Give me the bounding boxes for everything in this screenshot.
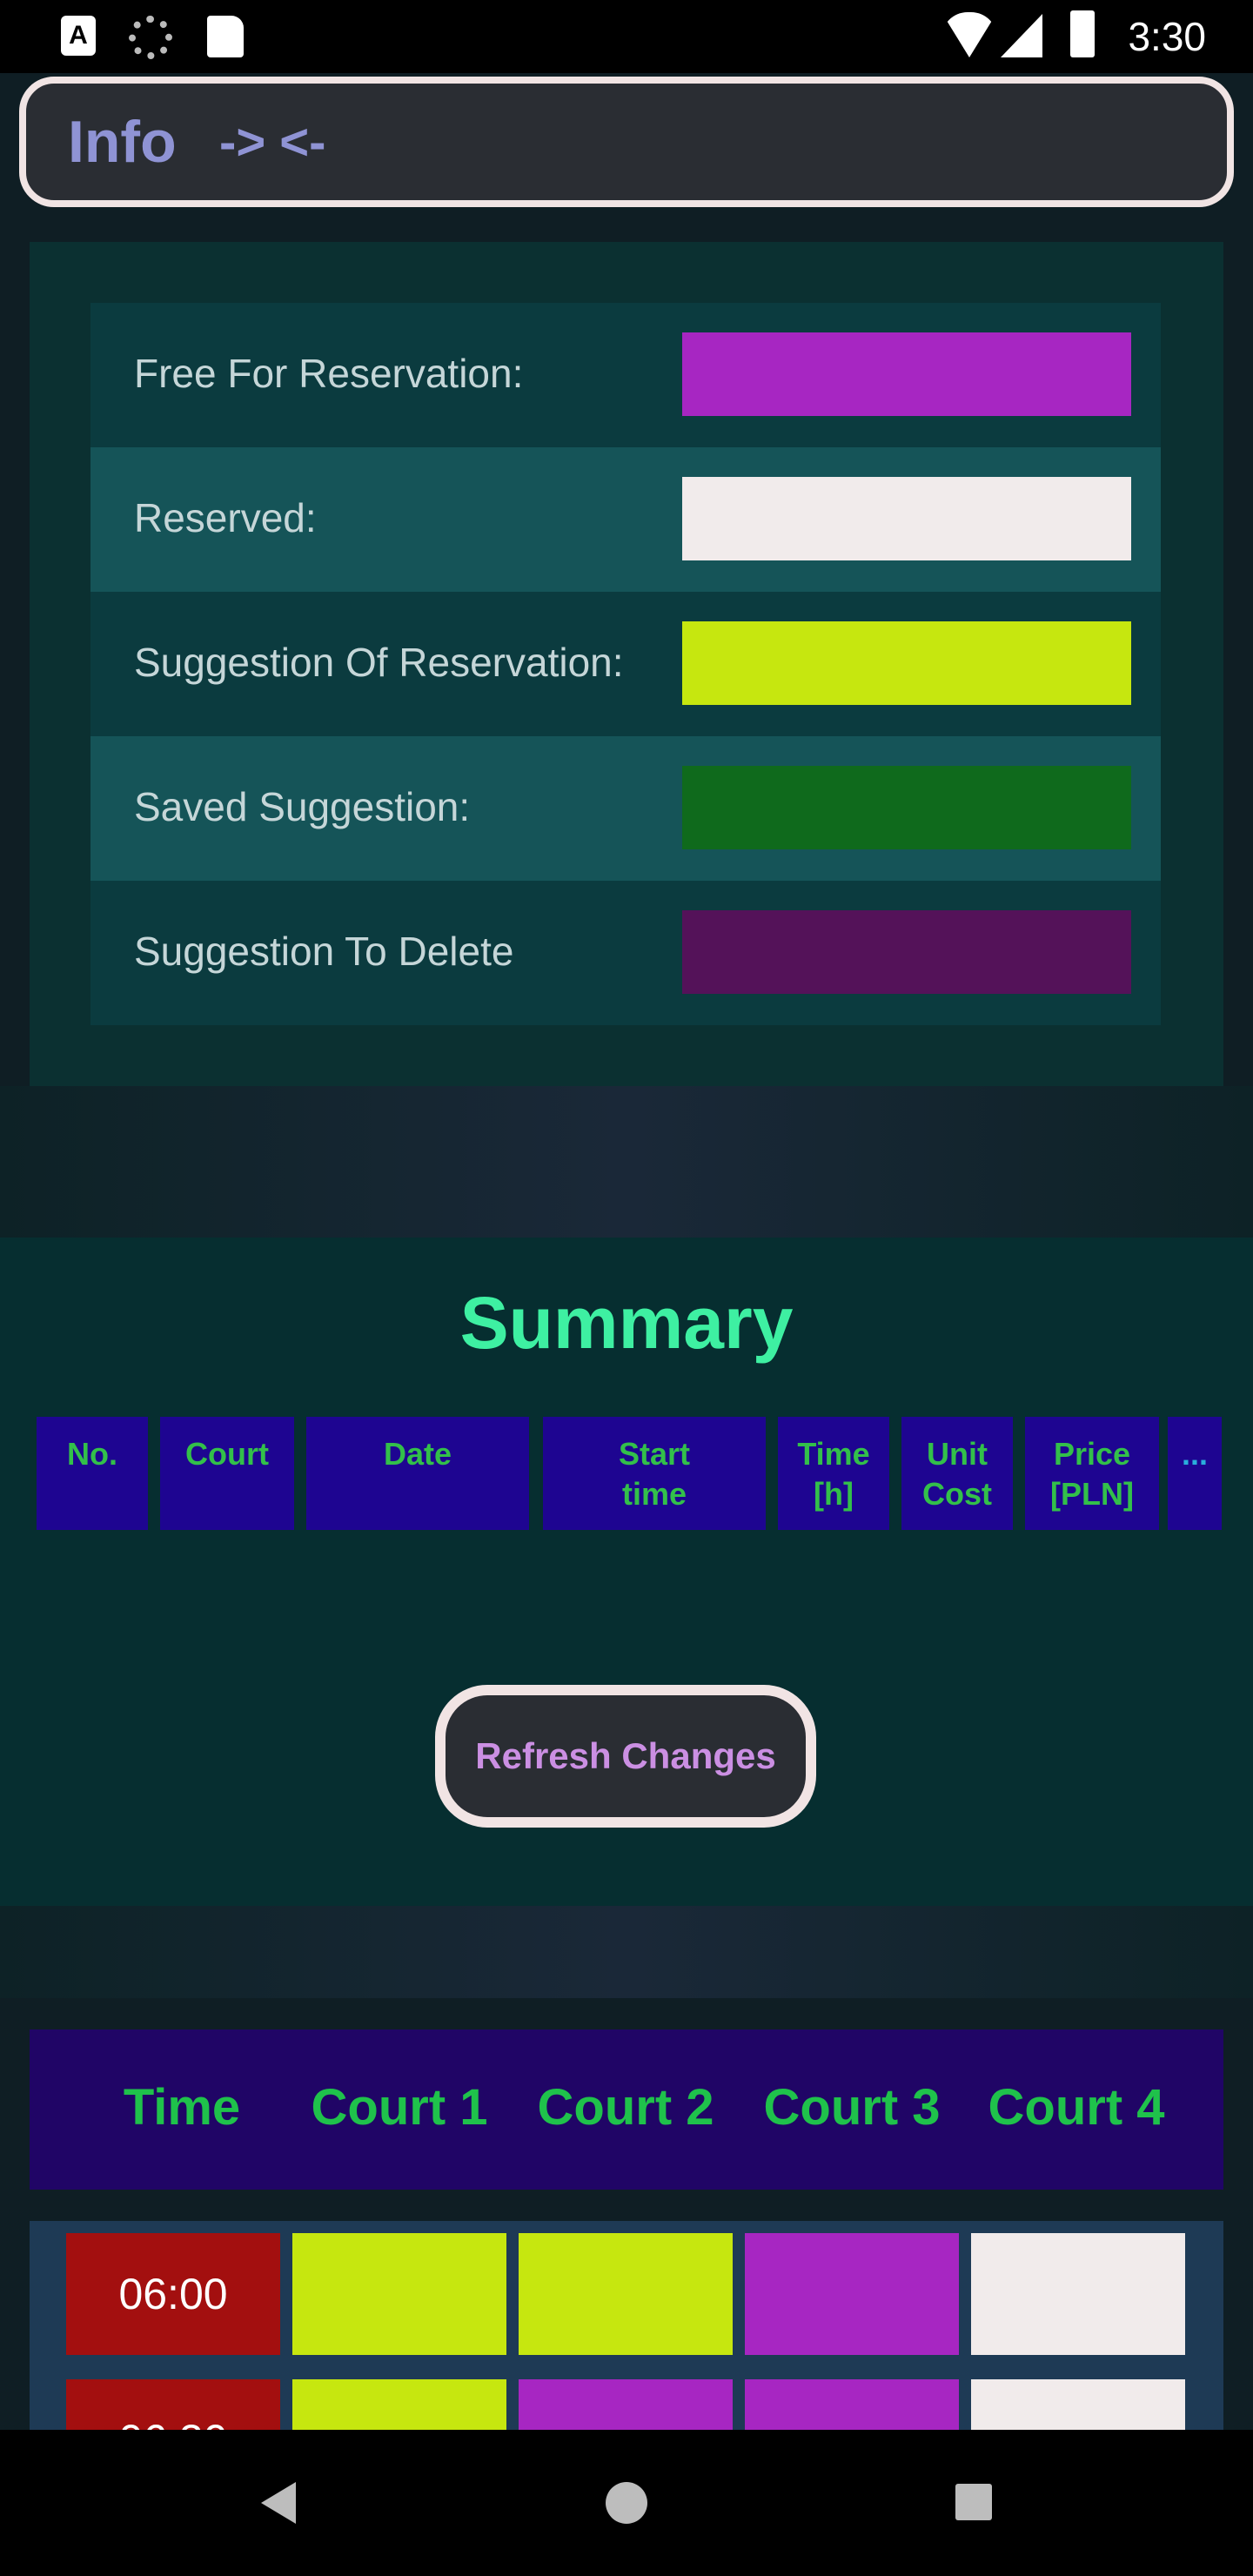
time-cell: 06:30 <box>66 2379 280 2430</box>
time-cell: 06:00 <box>66 2233 280 2355</box>
status-time: 3:30 <box>1128 14 1206 59</box>
schedule-col-court-2: Court 2 <box>537 2079 714 2136</box>
legend-swatch-free <box>682 332 1131 416</box>
court-slot[interactable] <box>519 2379 733 2430</box>
schedule-col-time: Time <box>123 2079 241 2136</box>
info-title: Info <box>68 109 177 175</box>
summary-col-more[interactable]: ... <box>1168 1417 1222 1530</box>
wifi-icon <box>941 12 997 57</box>
legend-row-saved: Saved Suggestion: <box>90 736 1161 881</box>
legend-label: Free For Reservation: <box>134 351 524 396</box>
schedule-grid: 06:00 06:30 <box>30 2221 1223 2430</box>
summary-col-unit-cost: Unit Cost <box>901 1417 1013 1530</box>
refresh-changes-button[interactable]: Refresh Changes <box>435 1685 816 1828</box>
battery-icon <box>1070 10 1095 57</box>
legend-label: Saved Suggestion: <box>134 784 471 829</box>
legend-row-reserved: Reserved: <box>90 447 1161 592</box>
spinner-icon <box>129 16 172 59</box>
summary-col-date: Date <box>306 1417 529 1530</box>
legend-label: Suggestion Of Reservation: <box>134 640 624 685</box>
court-slot[interactable] <box>519 2233 733 2355</box>
legend-table: Free For Reservation: Reserved: Suggesti… <box>90 303 1161 1025</box>
legend-swatch-delete <box>682 910 1131 994</box>
court-slot[interactable] <box>745 2233 959 2355</box>
court-slot[interactable] <box>971 2233 1185 2355</box>
divider <box>0 1906 1253 1998</box>
court-slot[interactable] <box>292 2233 506 2355</box>
schedule-col-court-3: Court 3 <box>763 2079 941 2136</box>
legend-row-free: Free For Reservation: <box>90 303 1161 447</box>
recent-apps-icon[interactable] <box>955 2484 992 2520</box>
divider <box>0 1086 1253 1238</box>
summary-col-start-time: Start time <box>543 1417 766 1530</box>
info-toggle[interactable]: Info -> <- <box>19 77 1234 207</box>
status-bar: A 3:30 <box>0 0 1253 73</box>
home-icon[interactable] <box>606 2482 647 2524</box>
legend-panel: Free For Reservation: Reserved: Suggesti… <box>30 242 1223 1086</box>
legend-swatch-suggestion <box>682 621 1131 705</box>
summary-col-price: Price [PLN] <box>1025 1417 1159 1530</box>
legend-row-suggestion: Suggestion Of Reservation: <box>90 592 1161 736</box>
summary-col-no: No. <box>37 1417 148 1530</box>
font-a-icon: A <box>61 16 96 56</box>
legend-swatch-reserved <box>682 477 1131 560</box>
schedule-header: Time Court 1 Court 2 Court 3 Court 4 <box>30 2029 1223 2190</box>
summary-col-time: Time [h] <box>778 1417 889 1530</box>
sd-card-icon <box>207 16 244 57</box>
legend-swatch-saved <box>682 766 1131 849</box>
collapse-arrows: -> <- <box>219 114 326 171</box>
signal-icon <box>1001 14 1042 57</box>
schedule-col-court-4: Court 4 <box>988 2079 1165 2136</box>
app-screen: A 3:30 Info -> <- Free For Reservation: … <box>0 0 1253 2576</box>
summary-col-court: Court <box>160 1417 294 1530</box>
court-slot[interactable] <box>292 2379 506 2430</box>
legend-row-delete: Suggestion To Delete <box>90 881 1161 1025</box>
summary-title: Summary <box>459 1282 794 1364</box>
court-slot[interactable] <box>745 2379 959 2430</box>
legend-label: Suggestion To Delete <box>134 929 514 974</box>
nav-bar <box>0 2430 1253 2576</box>
back-icon[interactable] <box>261 2482 296 2524</box>
schedule-col-court-1: Court 1 <box>311 2079 488 2136</box>
court-slot[interactable] <box>971 2379 1185 2430</box>
legend-label: Reserved: <box>134 495 317 540</box>
